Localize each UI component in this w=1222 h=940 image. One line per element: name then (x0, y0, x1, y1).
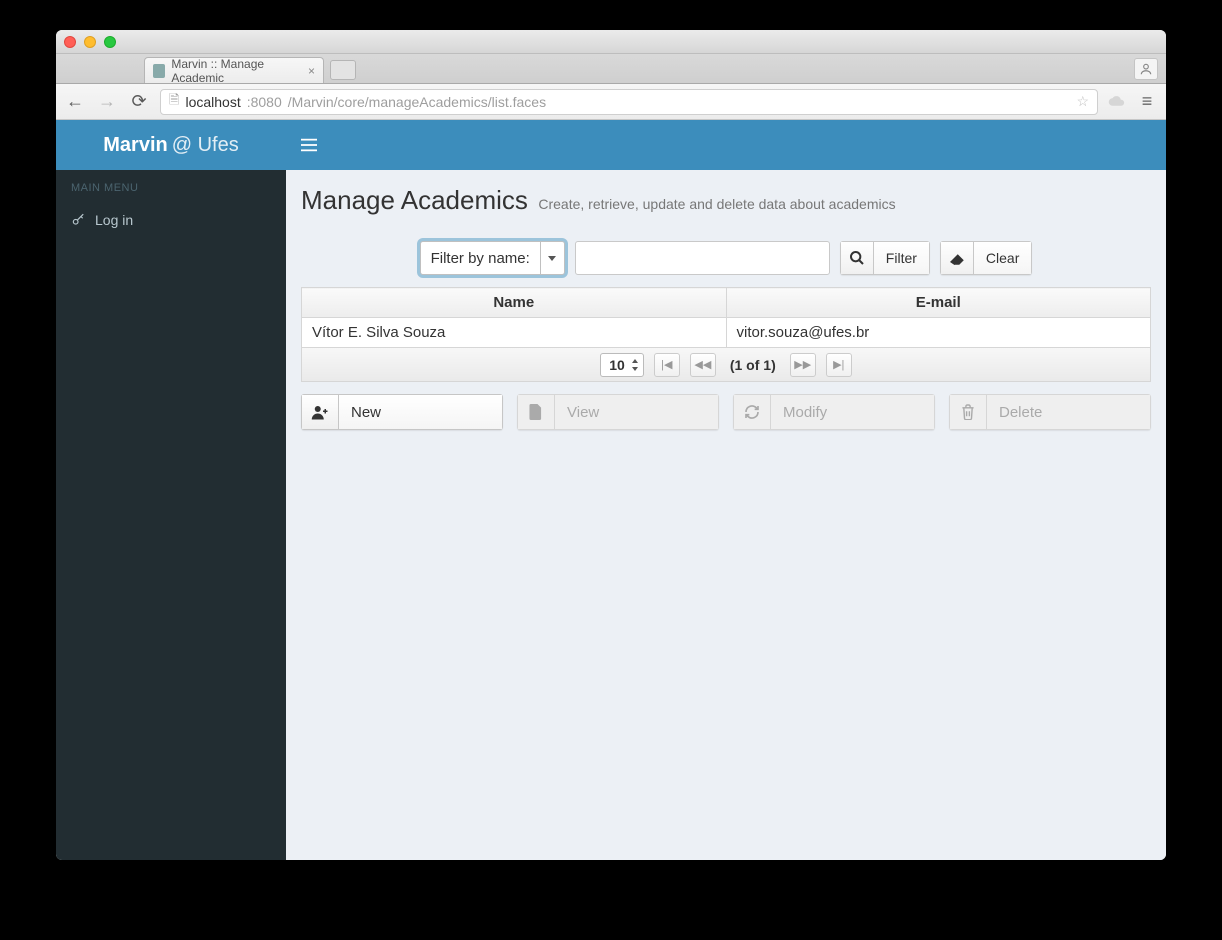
brand-bold: Marvin (103, 134, 167, 157)
browser-window: Marvin :: Manage Academic × ← → ⟳ 🗎 loca… (56, 30, 1166, 860)
url-field[interactable]: 🗎 localhost :8080/Marvin/core/manageAcade… (160, 89, 1098, 115)
new-button-label: New (339, 394, 503, 430)
tab-close-icon[interactable]: × (308, 64, 315, 78)
file-icon (517, 394, 555, 430)
next-page-button[interactable]: ▶▶ (790, 353, 816, 377)
forward-button[interactable]: → (96, 91, 118, 112)
main-panel: Manage Academics Create, retrieve, updat… (286, 120, 1166, 860)
window-controls (64, 36, 116, 48)
brand[interactable]: Marvin @ Ufes (56, 120, 286, 170)
filter-select-caret[interactable] (540, 242, 564, 274)
col-name[interactable]: Name (302, 288, 727, 318)
app-root: Marvin @ Ufes MAIN MENU Log in Manage Ac… (56, 120, 1166, 860)
new-button[interactable]: New (301, 394, 503, 430)
favicon-icon (153, 64, 165, 78)
modify-button[interactable]: Modify (733, 394, 935, 430)
window-minimize-button[interactable] (84, 36, 96, 48)
filter-button[interactable]: Filter (840, 241, 930, 275)
menu-header: MAIN MENU (56, 170, 286, 202)
filter-input[interactable] (575, 241, 830, 275)
prev-page-button[interactable]: ◀◀ (690, 353, 716, 377)
page-size-select[interactable]: 10 (600, 353, 644, 377)
trash-icon (949, 394, 987, 430)
key-icon (71, 213, 85, 227)
last-page-button[interactable]: ▶| (826, 353, 852, 377)
browser-menu-button[interactable]: ≡ (1136, 91, 1158, 112)
delete-button[interactable]: Delete (949, 394, 1151, 430)
delete-button-label: Delete (987, 394, 1151, 430)
refresh-icon (733, 394, 771, 430)
address-bar: ← → ⟳ 🗎 localhost :8080/Marvin/core/manag… (56, 84, 1166, 120)
bookmark-star-icon[interactable]: ☆ (1076, 93, 1089, 110)
topbar (286, 120, 1166, 170)
sidebar: Marvin @ Ufes MAIN MENU Log in (56, 120, 286, 860)
sidebar-item-label: Log in (95, 212, 133, 228)
modify-button-label: Modify (771, 394, 935, 430)
page-icon: 🗎 (169, 91, 179, 113)
profile-button[interactable] (1134, 58, 1158, 80)
cloud-icon[interactable] (1108, 95, 1126, 109)
search-icon (840, 241, 874, 275)
filter-button-label: Filter (874, 241, 930, 275)
filter-select-label: Filter by name: (421, 242, 540, 274)
sidebar-item-login[interactable]: Log in (56, 202, 286, 238)
eraser-icon (940, 241, 974, 275)
clear-button-label: Clear (974, 241, 1032, 275)
view-button-label: View (555, 394, 719, 430)
window-maximize-button[interactable] (104, 36, 116, 48)
url-path: /Marvin/core/manageAcademics/list.faces (288, 94, 546, 110)
user-plus-icon (301, 394, 339, 430)
table-row[interactable]: Vítor E. Silva Souza vitor.souza@ufes.br (302, 318, 1151, 348)
chevron-down-icon (548, 256, 556, 261)
cell-email: vitor.souza@ufes.br (726, 318, 1151, 348)
paginator: 10 |◀ ◀◀ (1 of 1) ▶▶ ▶| (301, 348, 1151, 382)
col-email[interactable]: E-mail (726, 288, 1151, 318)
tab-bar: Marvin :: Manage Academic × (56, 54, 1166, 84)
back-button[interactable]: ← (64, 91, 86, 112)
window-close-button[interactable] (64, 36, 76, 48)
url-port: :8080 (247, 94, 282, 110)
first-page-button[interactable]: |◀ (654, 353, 680, 377)
titlebar (56, 30, 1166, 54)
page-info: (1 of 1) (730, 357, 776, 373)
page-title: Manage Academics (301, 185, 528, 215)
filter-select[interactable]: Filter by name: (420, 241, 565, 275)
cell-name: Vítor E. Silva Souza (302, 318, 727, 348)
browser-tab[interactable]: Marvin :: Manage Academic × (144, 57, 324, 83)
filter-row: Filter by name: Filter Cle (301, 241, 1151, 275)
page-subtitle: Create, retrieve, update and delete data… (538, 196, 895, 212)
sidebar-toggle-button[interactable] (301, 138, 317, 152)
page-size-value: 10 (609, 357, 625, 373)
content: Manage Academics Create, retrieve, updat… (286, 170, 1166, 445)
new-tab-button[interactable] (330, 60, 356, 80)
url-host: localhost (185, 94, 240, 110)
view-button[interactable]: View (517, 394, 719, 430)
clear-button[interactable]: Clear (940, 241, 1032, 275)
tab-title: Marvin :: Manage Academic (171, 57, 302, 85)
academics-table: Name E-mail Vítor E. Silva Souza vitor.s… (301, 287, 1151, 348)
brand-light: @ Ufes (172, 134, 239, 157)
action-row: New View Modify (301, 394, 1151, 430)
reload-button[interactable]: ⟳ (128, 91, 150, 112)
table-header-row: Name E-mail (302, 288, 1151, 318)
page-header: Manage Academics Create, retrieve, updat… (301, 185, 1151, 216)
